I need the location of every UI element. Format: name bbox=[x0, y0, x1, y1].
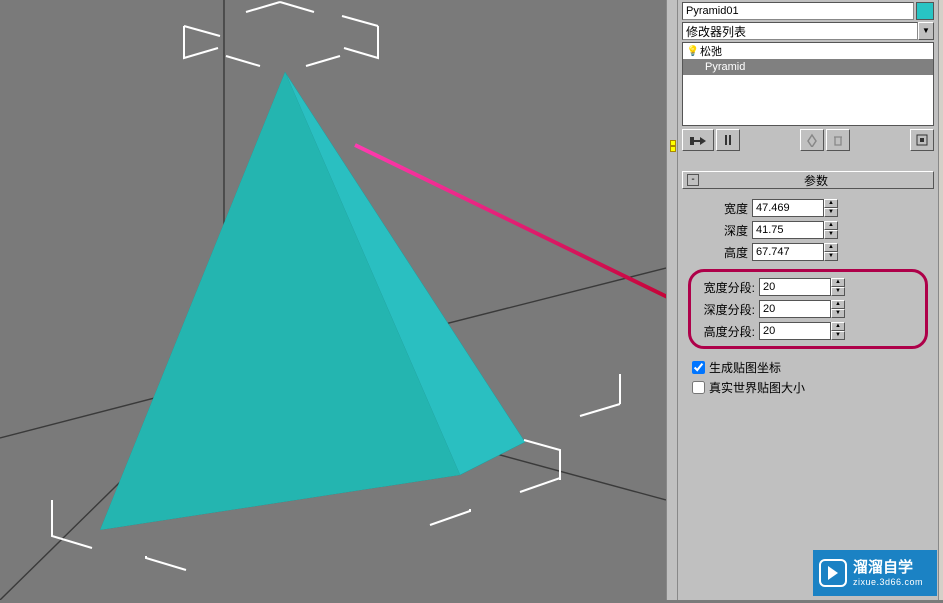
watermark: 溜溜自学 zixue.3d66.com bbox=[813, 550, 937, 596]
dropdown-arrow-icon[interactable]: ▼ bbox=[918, 22, 934, 40]
spinner-up-icon[interactable]: ▲ bbox=[831, 322, 845, 331]
params-rollout-header[interactable]: - 参数 bbox=[682, 171, 934, 189]
spinner-up-icon[interactable]: ▲ bbox=[824, 243, 838, 252]
spinner-up-icon[interactable]: ▲ bbox=[824, 199, 838, 208]
spinner-down-icon[interactable]: ▼ bbox=[831, 287, 845, 296]
rollout-title: 参数 bbox=[703, 172, 929, 189]
make-unique-button[interactable] bbox=[800, 129, 824, 151]
height-segments-input[interactable] bbox=[759, 322, 831, 340]
panel-scrollbar[interactable] bbox=[938, 0, 943, 600]
remove-modifier-button[interactable] bbox=[826, 129, 850, 151]
spinner-down-icon[interactable]: ▼ bbox=[831, 309, 845, 318]
depth-input[interactable] bbox=[752, 221, 824, 239]
width-label: 宽度 bbox=[688, 200, 748, 217]
stack-item-relax[interactable]: 💡 松弛 bbox=[683, 43, 933, 59]
stack-toolbar bbox=[682, 129, 934, 151]
spinner-up-icon[interactable]: ▲ bbox=[824, 221, 838, 230]
params-rollout-body: 宽度 ▲ ▼ 深度 ▲ ▼ 高度 bbox=[682, 193, 934, 401]
modifier-list-dropdown[interactable]: 修改器列表 bbox=[682, 22, 918, 40]
spinner-up-icon[interactable]: ▲ bbox=[831, 300, 845, 309]
segments-highlight: 宽度分段: ▲ ▼ 深度分段: ▲ ▼ bbox=[688, 269, 928, 349]
lightbulb-icon: 💡 bbox=[686, 46, 700, 57]
play-icon bbox=[819, 559, 847, 587]
spinner-down-icon[interactable]: ▼ bbox=[824, 230, 838, 239]
stack-item-pyramid[interactable]: Pyramid bbox=[683, 59, 933, 75]
spinner-down-icon[interactable]: ▼ bbox=[824, 252, 838, 261]
pin-stack-button[interactable] bbox=[682, 129, 714, 151]
real-world-checkbox[interactable] bbox=[692, 381, 705, 394]
object-name-input[interactable] bbox=[682, 2, 914, 20]
configure-sets-button[interactable] bbox=[910, 129, 934, 151]
object-color-swatch[interactable] bbox=[916, 2, 934, 20]
watermark-url: zixue.3d66.com bbox=[853, 577, 923, 588]
height-segments-label: 高度分段: bbox=[695, 323, 755, 340]
show-end-result-button[interactable] bbox=[716, 129, 740, 151]
height-label: 高度 bbox=[688, 244, 748, 261]
height-input[interactable] bbox=[752, 243, 824, 261]
viewport[interactable]: x y bbox=[0, 0, 666, 600]
spinner-up-icon[interactable]: ▲ bbox=[831, 278, 845, 287]
real-world-label: 真实世界贴图大小 bbox=[709, 379, 805, 396]
generate-mapping-checkbox[interactable] bbox=[692, 361, 705, 374]
spinner-down-icon[interactable]: ▼ bbox=[824, 208, 838, 217]
modify-panel: 修改器列表 ▼ 💡 松弛 Pyramid - 参数 bbox=[678, 0, 938, 600]
width-segments-label: 宽度分段: bbox=[695, 279, 755, 296]
panel-divider[interactable] bbox=[666, 0, 678, 600]
modifier-stack[interactable]: 💡 松弛 Pyramid bbox=[682, 42, 934, 126]
watermark-title: 溜溜自学 bbox=[853, 559, 923, 577]
depth-label: 深度 bbox=[688, 222, 748, 239]
spinner-down-icon[interactable]: ▼ bbox=[831, 331, 845, 340]
depth-segments-label: 深度分段: bbox=[695, 301, 755, 318]
depth-segments-input[interactable] bbox=[759, 300, 831, 318]
stack-item-label: Pyramid bbox=[705, 61, 745, 73]
width-segments-input[interactable] bbox=[759, 278, 831, 296]
stack-item-label: 松弛 bbox=[700, 43, 722, 59]
minus-icon: - bbox=[687, 174, 699, 186]
generate-mapping-label: 生成贴图坐标 bbox=[709, 359, 781, 376]
width-input[interactable] bbox=[752, 199, 824, 217]
